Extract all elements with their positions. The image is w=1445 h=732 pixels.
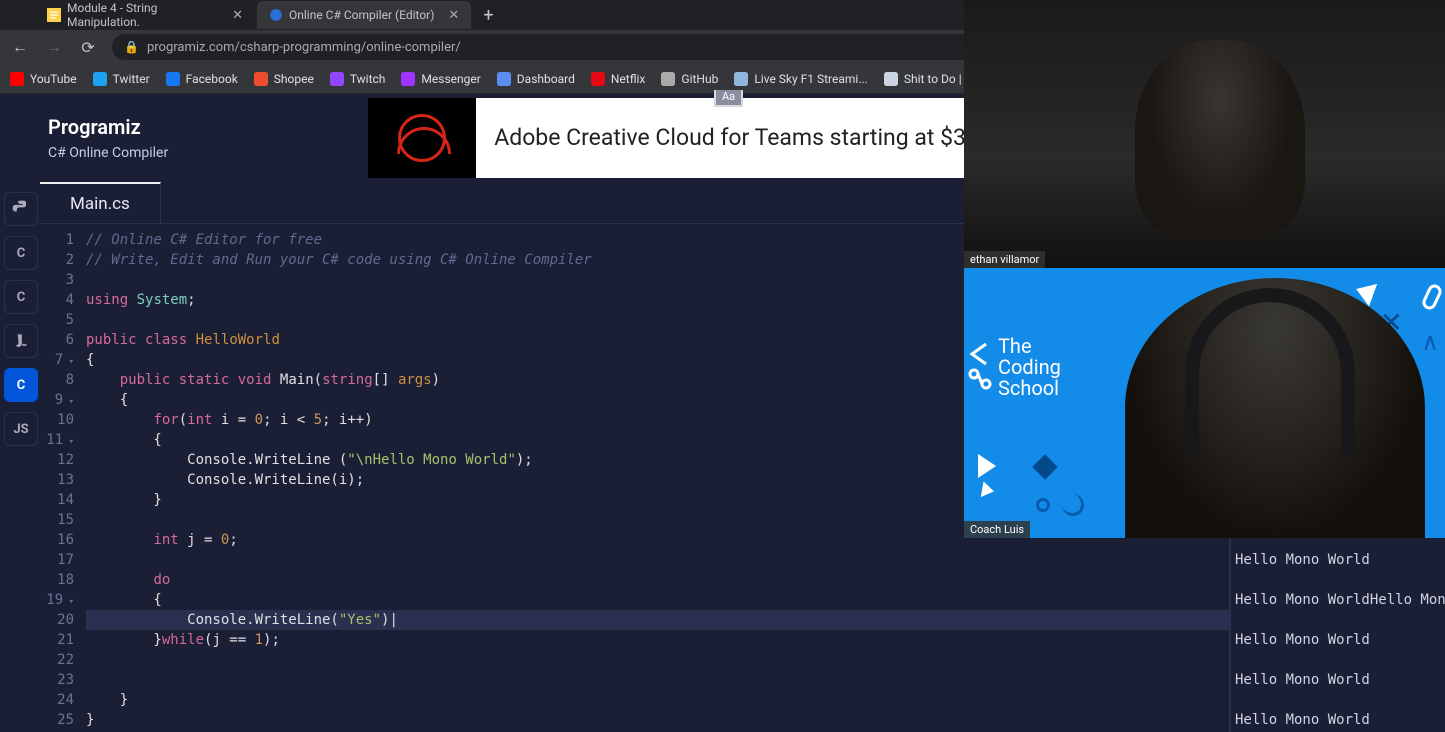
bookmark-label: GitHub <box>681 72 718 86</box>
bookmark-icon <box>401 72 415 86</box>
logo[interactable]: Programiz C# Online Compiler <box>48 115 168 161</box>
language-sidebar: CCCJS <box>0 182 40 732</box>
bookmark-icon <box>591 72 605 86</box>
language-button[interactable]: C <box>4 236 38 270</box>
bookmark-icon <box>93 72 107 86</box>
bookmark-icon <box>330 72 344 86</box>
bookmark-label: Twitch <box>350 72 386 86</box>
output-line <box>1235 650 1445 670</box>
output-line: Hello Mono World <box>1235 710 1445 730</box>
language-button[interactable] <box>4 192 38 226</box>
back-button[interactable]: ← <box>10 37 30 57</box>
programiz-icon <box>269 8 283 22</box>
bookmark-label: Messenger <box>421 72 480 86</box>
bookmark-item[interactable]: YouTube <box>10 72 77 86</box>
bookmark-icon <box>497 72 511 86</box>
code-line[interactable] <box>86 670 1229 690</box>
ad-logo <box>368 98 476 178</box>
webcam-top: ethan villamor <box>964 0 1445 268</box>
bookmark-label: Live Sky F1 Streami... <box>754 72 868 86</box>
bookmark-label: Facebook <box>186 72 238 86</box>
editor-tab[interactable]: Main.cs <box>40 182 161 224</box>
bookmark-item[interactable]: Live Sky F1 Streami... <box>734 72 868 86</box>
language-button[interactable]: JS <box>4 412 38 446</box>
bookmark-icon <box>10 72 24 86</box>
bookmark-icon <box>166 72 180 86</box>
output-line: Hello Mono World <box>1235 550 1445 570</box>
bookmark-item[interactable]: GitHub <box>661 72 718 86</box>
output-line <box>1235 690 1445 710</box>
tab-title: Module 4 - String Manipulation. <box>67 1 218 29</box>
webcam-bottom: The Coding School ✕ ∧ Coach Luis <box>964 268 1445 538</box>
bookmark-icon <box>884 72 898 86</box>
bookmark-label: Twitter <box>113 72 150 86</box>
line-gutter: 1234567891011121314151617181920212223242… <box>40 224 80 732</box>
output-line: Hello Mono World <box>1235 630 1445 650</box>
bookmark-label: Shopee <box>274 72 314 86</box>
bookmark-item[interactable]: Dashboard <box>497 72 575 86</box>
bookmark-item[interactable]: Netflix <box>591 72 646 86</box>
output-line: Hello Mono World <box>1235 670 1445 690</box>
new-tab-button[interactable]: + <box>473 5 503 26</box>
bookmark-item[interactable]: Twitch <box>330 72 386 86</box>
docs-icon <box>47 8 61 22</box>
bookmark-icon <box>734 72 748 86</box>
code-line[interactable]: } <box>86 690 1229 710</box>
brand-name: Programiz <box>48 115 168 139</box>
tab-title: Online C# Compiler (Editor) <box>289 8 434 22</box>
bookmark-item[interactable]: Shopee <box>254 72 314 86</box>
bookmark-icon <box>661 72 675 86</box>
code-line[interactable]: Console.WriteLine("Yes")| <box>86 610 1229 630</box>
brand-subtitle: C# Online Compiler <box>48 145 168 161</box>
bookmark-item[interactable]: Twitter <box>93 72 150 86</box>
code-line[interactable] <box>86 550 1229 570</box>
forward-button[interactable]: → <box>44 37 64 57</box>
language-button[interactable]: C <box>4 280 38 314</box>
browser-tab[interactable]: Module 4 - String Manipulation. ✕ <box>35 1 255 29</box>
bookmark-label: YouTube <box>30 72 77 86</box>
language-button[interactable] <box>4 324 38 358</box>
code-line[interactable]: } <box>86 710 1229 730</box>
webcam-name: Coach Luis <box>964 521 1030 538</box>
close-icon[interactable]: ✕ <box>232 8 243 23</box>
bookmark-label: Dashboard <box>517 72 575 86</box>
code-line[interactable]: }while(j == 1); <box>86 630 1229 650</box>
browser-tab[interactable]: Online C# Compiler (Editor) ✕ <box>257 1 471 29</box>
close-icon[interactable]: ✕ <box>448 8 459 23</box>
code-line[interactable]: { <box>86 590 1229 610</box>
language-button[interactable]: C <box>4 368 38 402</box>
lock-icon: 🔒 <box>124 40 139 54</box>
code-line[interactable] <box>86 650 1229 670</box>
bookmark-icon <box>254 72 268 86</box>
output-line: Hello Mono WorldHello Mono World <box>1235 590 1445 610</box>
ad-tag: Aa <box>714 90 743 107</box>
bookmark-item[interactable]: Messenger <box>401 72 480 86</box>
bookmark-label: Netflix <box>611 72 646 86</box>
reload-button[interactable]: ⟳ <box>78 37 98 57</box>
url-text: programiz.com/csharp-programming/online-… <box>147 40 461 55</box>
webcam-name: ethan villamor <box>964 251 1045 268</box>
output-line <box>1235 570 1445 590</box>
editor-tab-label: Main.cs <box>70 194 130 214</box>
coding-school-logo: The Coding School <box>998 336 1061 399</box>
bookmark-item[interactable]: Facebook <box>166 72 238 86</box>
code-line[interactable]: do <box>86 570 1229 590</box>
output-line <box>1235 610 1445 630</box>
